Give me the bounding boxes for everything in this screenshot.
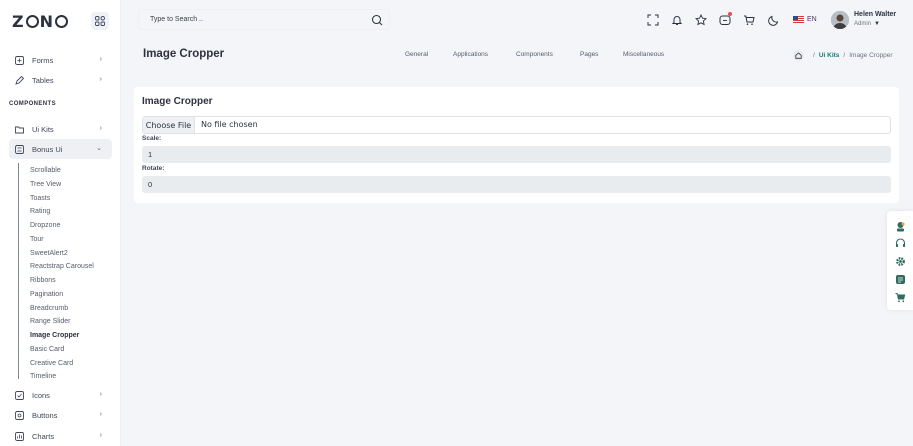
caret-down-icon: ▼ bbox=[874, 21, 880, 27]
image-cropper-card: Image Cropper Choose File No file chosen… bbox=[134, 87, 899, 203]
search-placeholder: Type to Search .. bbox=[150, 16, 203, 23]
submenu-item[interactable]: Breadcrumb bbox=[30, 304, 68, 314]
shopping-cart-icon[interactable] bbox=[895, 290, 906, 303]
sidebar-item-icons[interactable]: Icons › bbox=[9, 385, 112, 405]
rotate-label: Rotate: bbox=[142, 165, 165, 172]
topnav-miscellaneous[interactable]: Miscellaneous bbox=[623, 51, 664, 58]
chevron-right-icon: › bbox=[99, 76, 102, 83]
sidebar-toggle-button[interactable] bbox=[91, 12, 109, 30]
submenu-line bbox=[18, 163, 19, 379]
chevron-right-icon: › bbox=[99, 56, 102, 63]
sidebar-item-label: Bonus Ui bbox=[32, 144, 63, 154]
icons-icon bbox=[15, 390, 24, 400]
grid-icon bbox=[95, 16, 105, 26]
language-selector[interactable]: EN bbox=[807, 16, 817, 23]
submenu-item[interactable]: Rating bbox=[30, 207, 50, 217]
fullscreen-icon[interactable] bbox=[647, 13, 659, 26]
sidebar-item-label: Forms bbox=[32, 55, 54, 65]
chevron-right-icon: › bbox=[99, 411, 102, 418]
headset-icon[interactable] bbox=[895, 236, 906, 247]
chevron-right-icon: › bbox=[99, 391, 102, 398]
user-name[interactable]: Helen Walter bbox=[854, 11, 896, 18]
star-icon[interactable] bbox=[694, 13, 708, 26]
submenu-item[interactable]: Scrollable bbox=[30, 166, 61, 176]
sidebar-item-bonus-ui[interactable]: Bonus Ui ⌄ bbox=[9, 139, 112, 159]
submenu-item[interactable]: Ribbons bbox=[30, 276, 56, 286]
sidebar-item-label: Tables bbox=[32, 75, 54, 85]
submenu-item[interactable]: Reactstrap Carousel bbox=[30, 262, 94, 272]
folder-icon bbox=[15, 125, 24, 134]
submenu-item[interactable]: SweetAlert2 bbox=[30, 249, 68, 259]
submenu-item[interactable]: Range Slider bbox=[30, 317, 70, 327]
notification-dot bbox=[728, 12, 732, 16]
submenu-item[interactable]: Toasts bbox=[30, 194, 50, 204]
sidebar: ZN Forms › Tables › COMPONENTS Ui Kits ›… bbox=[0, 0, 121, 446]
rotate-input[interactable]: 0 bbox=[142, 176, 891, 193]
topnav-applications[interactable]: Applications bbox=[453, 51, 488, 58]
sidebar-item-label: Buttons bbox=[32, 410, 58, 420]
submenu-item[interactable]: Timeline bbox=[30, 372, 56, 382]
user-role-label: Admin bbox=[854, 21, 872, 27]
support-agent-icon[interactable] bbox=[895, 219, 906, 232]
floating-toolbar bbox=[887, 211, 913, 310]
search-input[interactable]: Type to Search .. bbox=[138, 9, 390, 30]
breadcrumb-section[interactable]: Ui Kits bbox=[819, 52, 840, 59]
submenu-item[interactable]: Creative Card bbox=[30, 359, 73, 369]
submenu-item[interactable]: Pagination bbox=[30, 290, 63, 300]
chevron-down-icon: ⌄ bbox=[96, 145, 102, 152]
topnav-components[interactable]: Components bbox=[516, 51, 553, 58]
cart-icon[interactable] bbox=[743, 13, 755, 25]
bell-icon[interactable] bbox=[671, 13, 683, 25]
avatar[interactable] bbox=[831, 11, 849, 29]
moon-icon[interactable] bbox=[768, 13, 780, 26]
edit-icon bbox=[15, 75, 24, 85]
button-icon bbox=[15, 410, 24, 420]
card-title: Image Cropper bbox=[142, 96, 213, 107]
layers-icon bbox=[15, 144, 24, 154]
chevron-right-icon: › bbox=[99, 125, 102, 132]
sidebar-item-tables[interactable]: Tables › bbox=[9, 70, 112, 90]
breadcrumb-current: Image Cropper bbox=[849, 51, 893, 59]
sidebar-item-forms[interactable]: Forms › bbox=[9, 50, 112, 70]
sidebar-item-charts[interactable]: Charts › bbox=[9, 426, 112, 446]
us-flag-icon[interactable] bbox=[793, 16, 804, 23]
file-input[interactable]: Choose File No file chosen bbox=[142, 116, 891, 134]
submenu-item[interactable]: Basic Card bbox=[30, 345, 64, 355]
scale-input[interactable]: 1 bbox=[142, 146, 891, 163]
message-icon[interactable] bbox=[719, 12, 732, 25]
submenu-item[interactable]: Tour bbox=[30, 235, 44, 245]
settings-gear-icon[interactable] bbox=[895, 254, 906, 266]
submenu-item[interactable]: Tree View bbox=[30, 180, 61, 190]
form-icon bbox=[15, 55, 24, 65]
user-role[interactable]: Admin ▼ bbox=[854, 21, 880, 27]
topnav-pages[interactable]: Pages bbox=[580, 51, 598, 58]
breadcrumb: / Ui Kits / Image Cropper bbox=[793, 49, 893, 61]
page-title: Image Cropper bbox=[143, 48, 225, 60]
sidebar-item-label: Ui Kits bbox=[32, 124, 54, 134]
document-icon[interactable] bbox=[895, 272, 906, 284]
brand-logo[interactable]: ZN bbox=[12, 12, 69, 31]
submenu-item[interactable]: Image Cropper bbox=[30, 331, 79, 341]
chart-icon bbox=[15, 431, 24, 441]
submenu-item[interactable]: Dropzone bbox=[30, 221, 60, 231]
topnav-general[interactable]: General bbox=[405, 51, 428, 58]
sidebar-item-buttons[interactable]: Buttons › bbox=[9, 405, 112, 425]
sidebar-item-ui-kits[interactable]: Ui Kits › bbox=[9, 119, 112, 139]
sidebar-section-title: COMPONENTS bbox=[9, 101, 57, 107]
sidebar-item-label: Charts bbox=[32, 431, 55, 441]
home-icon[interactable] bbox=[793, 49, 804, 61]
scale-label: Scale: bbox=[142, 135, 162, 142]
file-status: No file chosen bbox=[201, 120, 258, 129]
sidebar-item-label: Icons bbox=[32, 390, 50, 400]
choose-file-button[interactable]: Choose File bbox=[143, 117, 195, 133]
search-icon[interactable] bbox=[371, 14, 383, 26]
chevron-right-icon: › bbox=[99, 432, 102, 439]
